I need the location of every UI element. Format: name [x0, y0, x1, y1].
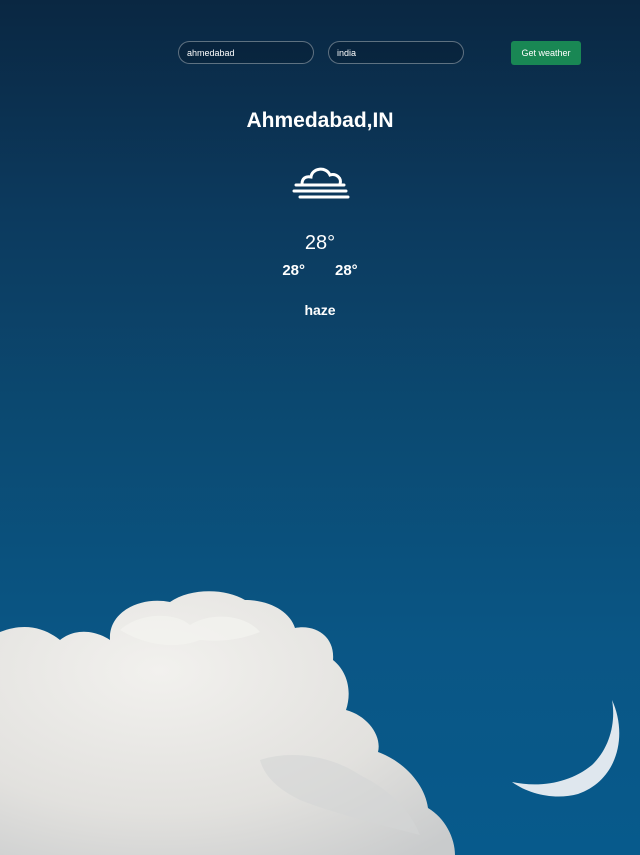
weather-description: haze: [304, 302, 336, 318]
location-title: Ahmedabad,IN: [246, 109, 394, 132]
cloud-image: [0, 591, 455, 855]
weather-icon-container: [0, 158, 640, 208]
max-temperature: 28°: [335, 262, 358, 279]
min-max-temperature: 28° 28°: [0, 262, 640, 284]
get-weather-button[interactable]: Get weather: [511, 41, 581, 65]
moon-image: [512, 700, 620, 797]
min-temperature: 28°: [282, 262, 305, 279]
weather-card: Ahmedabad,IN 28° 28° 28° haze: [0, 106, 640, 320]
search-bar: Get weather: [0, 41, 640, 66]
haze-icon: [292, 167, 350, 199]
city-input[interactable]: [178, 41, 314, 64]
country-input[interactable]: [328, 41, 464, 64]
weather-app: Get weather Ahmedabad,IN 28° 28° 28° haz…: [0, 0, 640, 855]
current-temperature: 28°: [304, 232, 336, 254]
